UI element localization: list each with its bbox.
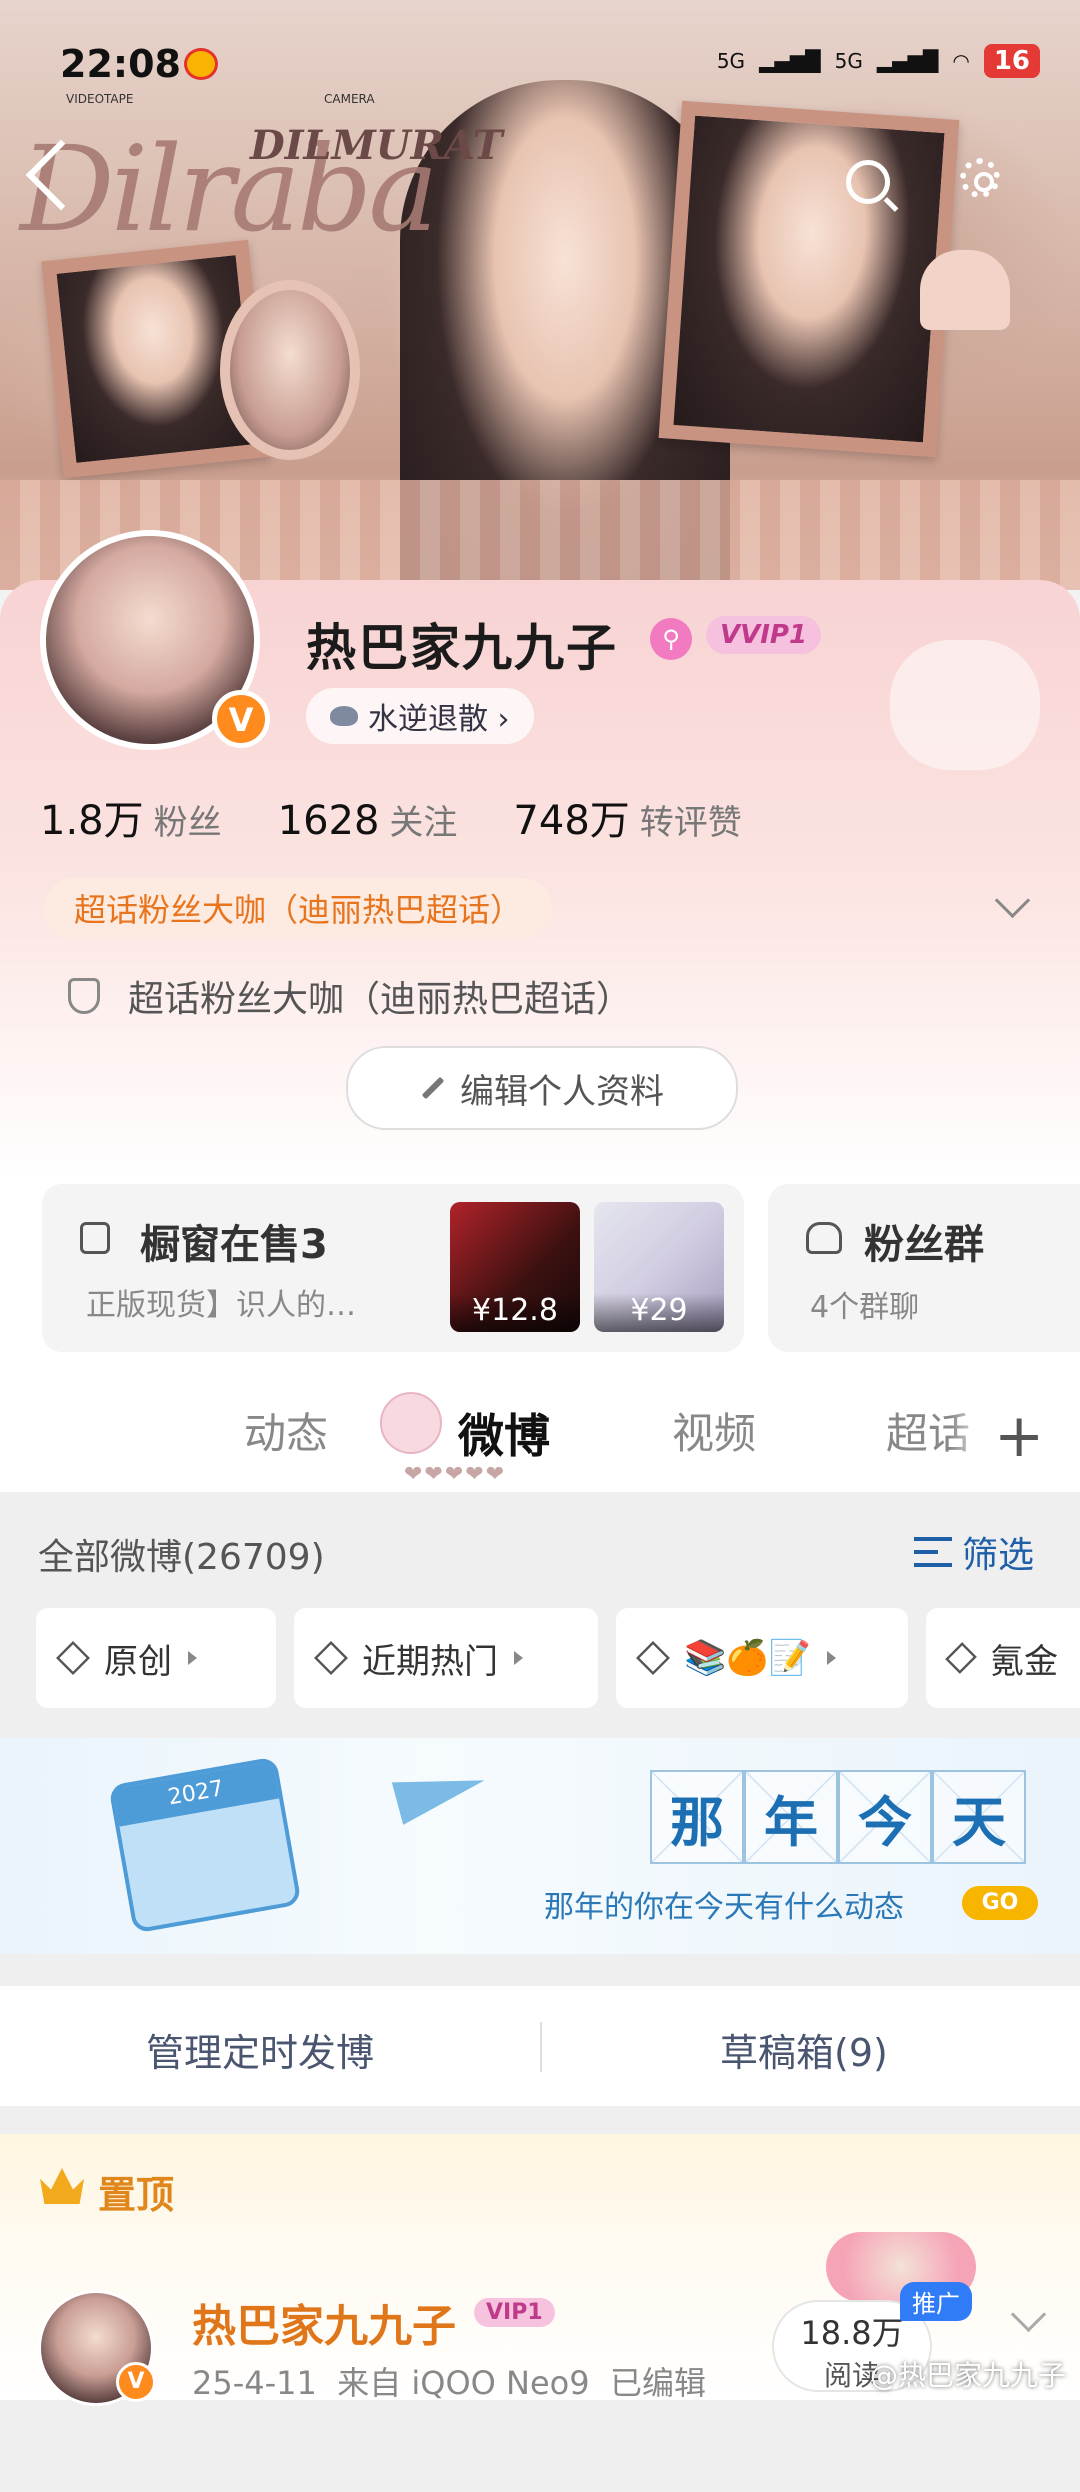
memories-title: 那 年 今 天 [650, 1770, 1026, 1864]
signal-bars-icon: ▂▄▆█ [759, 49, 821, 73]
status-pill-label: 水逆退散 › [368, 702, 510, 737]
caret-right-icon [188, 1651, 197, 1665]
product-thumb[interactable]: ¥29 [594, 1202, 724, 1332]
status-indicators: 5G ▂▄▆█ 5G ▂▄▆█ ◠ 16 [717, 44, 1040, 78]
tab-activity[interactable]: 动态 [244, 1400, 328, 1461]
stat-followers[interactable]: 1.8万 粉丝 [40, 788, 222, 846]
memories-subtitle: 那年的你在今天有什么动态 [544, 1890, 904, 1925]
cover-photo-oval [220, 280, 360, 460]
pinned-label: 置顶 [98, 2173, 175, 2217]
chip-recent-hot[interactable]: 近期热门 [294, 1608, 598, 1708]
filter-button[interactable]: 筛选 [914, 1526, 1034, 1578]
chip-original[interactable]: 原创 [36, 1608, 276, 1708]
cover-heart-love [920, 250, 1010, 330]
memories-go-button[interactable]: GO [962, 1886, 1038, 1920]
signal-bars-icon-2: ▂▄▆█ [876, 49, 939, 73]
tab-hearts: ❤❤❤❤❤ [404, 1462, 507, 1487]
layers-icon [56, 1641, 90, 1675]
tab-weibo[interactable]: 微博 [458, 1400, 550, 1466]
caret-right-icon [827, 1651, 837, 1665]
shop-subtitle: 正版现货】识人的… [86, 1288, 356, 1323]
wifi-icon: ◠ [952, 49, 970, 73]
chip-krypton[interactable]: 氪金 [926, 1608, 1080, 1708]
cover-label-camera: CAMERA [324, 92, 375, 106]
edit-profile-button[interactable]: 编辑个人资料 [346, 1046, 738, 1130]
shield-icon [68, 978, 100, 1014]
memories-char: 天 [932, 1770, 1026, 1864]
fans-group-subtitle: 4个群聊 [810, 1290, 920, 1325]
memories-char: 年 [744, 1770, 838, 1864]
signal-icon-2: 5G [834, 49, 863, 73]
stat-label: 粉丝 [153, 803, 222, 843]
fans-group-title: 粉丝群 [864, 1222, 984, 1268]
people-icon [806, 1222, 842, 1254]
layers-icon [945, 1642, 977, 1674]
plus-icon[interactable]: + [994, 1406, 1044, 1466]
filter-label: 筛选 [962, 1535, 1035, 1576]
chip-label: 氪金 [990, 1641, 1058, 1682]
fan-badge-icon[interactable]: ⚲ [650, 618, 692, 660]
filter-icon [914, 1537, 952, 1567]
chip-label: 近期热门 [362, 1641, 498, 1682]
product-thumb[interactable]: ¥12.8 [450, 1202, 580, 1332]
product-price: ¥29 [594, 1293, 724, 1332]
battery-icon: 16 [983, 44, 1040, 78]
chip-label: 原创 [104, 1641, 172, 1682]
divider [540, 2022, 542, 2072]
chip-label: 📚🍊📝 [684, 1638, 812, 1678]
honor-text: 超话粉丝大咖（迪丽热巴超话） [128, 979, 633, 1020]
profile-cover[interactable]: Dilraba DILMURAT VIDEOTAPE CAMERA [0, 0, 1080, 590]
memories-char: 那 [650, 1770, 744, 1864]
post-author[interactable]: 热巴家九九子 [192, 2290, 456, 2354]
card-decoration [890, 640, 1040, 770]
shop-title: 橱窗在售3 [140, 1222, 328, 1268]
profile-stats: 1.8万 粉丝 1628 关注 748万 转评赞 [40, 788, 742, 846]
pencil-icon [421, 1076, 445, 1100]
caret-right-icon [514, 1651, 523, 1665]
all-weibo-count: 全部微博(26709) [38, 1537, 325, 1578]
stat-num: 1628 [277, 798, 380, 844]
scheduled-posts-button[interactable]: 管理定时发博 [146, 2022, 374, 2077]
stat-likes[interactable]: 748万 转评赞 [513, 788, 741, 846]
stat-num: 748万 [513, 798, 630, 844]
cover-photo-right [658, 100, 960, 458]
product-price: ¥12.8 [450, 1293, 580, 1332]
status-time: 22:08 [60, 42, 181, 86]
post-verified-badge: V [116, 2362, 156, 2402]
watermark: @热巴家九九子 [870, 2359, 1067, 2392]
stat-label: 关注 [389, 803, 458, 843]
promote-badge[interactable]: 推广 [900, 2282, 972, 2321]
stat-num: 1.8万 [40, 798, 144, 844]
signal-icon: 5G [716, 49, 746, 73]
profile-name: 热巴家九九子 [306, 619, 618, 677]
layers-icon [636, 1641, 670, 1675]
lotus-icon [330, 706, 358, 726]
gear-icon[interactable] [960, 158, 1000, 198]
stat-label: 转评赞 [639, 803, 742, 843]
search-icon[interactable] [846, 160, 890, 204]
cover-label-videotape: VIDEOTAPE [66, 92, 134, 106]
weibo-notification-icon [184, 48, 218, 80]
drafts-button[interactable]: 草稿箱(9) [720, 2022, 888, 2077]
vip-badge[interactable]: VVIP1 [706, 616, 822, 654]
verified-badge: V [212, 690, 270, 748]
edit-profile-label: 编辑个人资料 [460, 1071, 664, 1112]
cover-brand-sub: DILMURAT [250, 122, 503, 169]
memories-char: 今 [838, 1770, 932, 1864]
honor-pill[interactable]: 超话粉丝大咖（迪丽热巴超话） [44, 878, 553, 938]
stat-following[interactable]: 1628 关注 [278, 795, 458, 844]
tab-video[interactable]: 视频 [672, 1400, 756, 1461]
post-meta: 25-4-11 来自 iQOO Neo9 已编辑 [192, 2364, 706, 2402]
post-vip-badge: VIP1 [474, 2298, 555, 2327]
status-pill[interactable]: 水逆退散 › [306, 688, 534, 744]
calendar-icon: 2027 [108, 1756, 302, 1934]
chip-emoji[interactable]: 📚🍊📝 [616, 1608, 908, 1708]
layers-icon [314, 1641, 348, 1675]
tab-mascot-icon [380, 1392, 442, 1454]
shopping-bag-icon [80, 1222, 110, 1254]
